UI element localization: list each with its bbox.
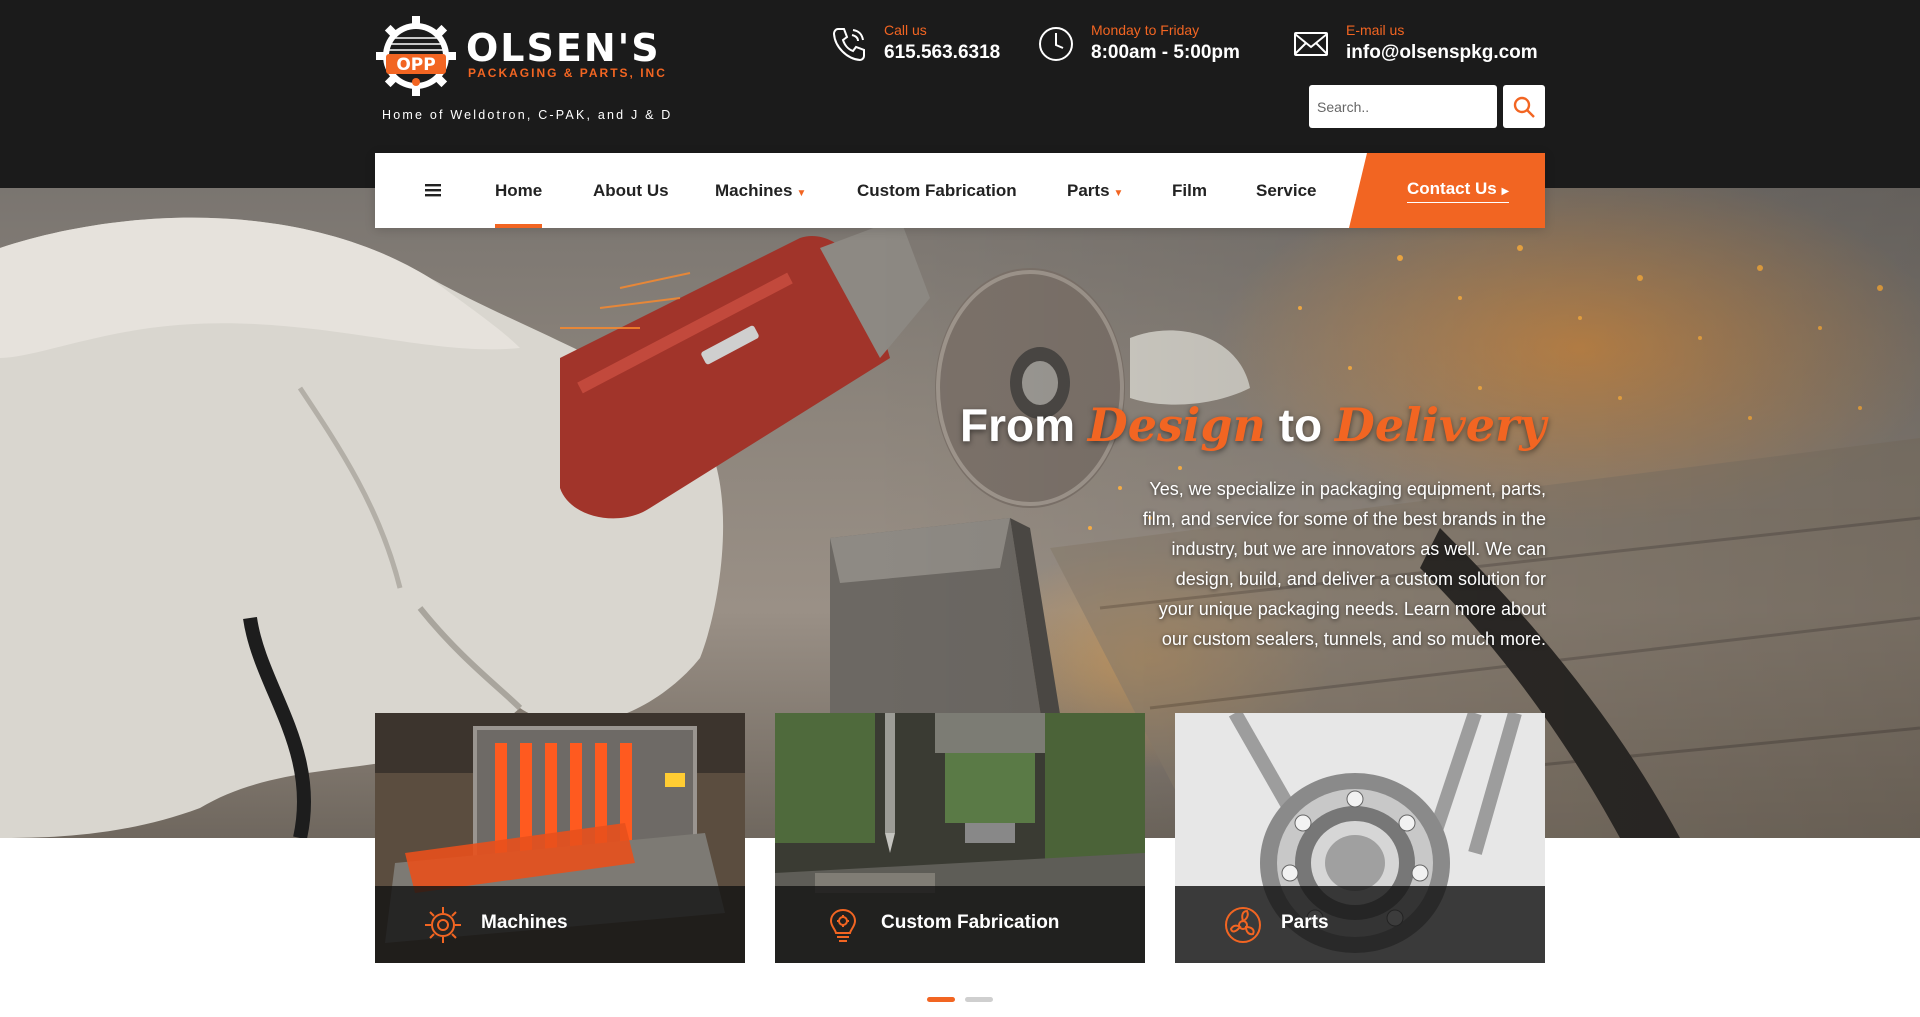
nav-fabrication-label: Custom Fabrication (857, 181, 1017, 200)
call-label: Call us (884, 22, 927, 38)
nav-service-label: Service (1256, 181, 1317, 200)
card-parts[interactable]: Parts (1175, 713, 1545, 963)
card-custom-fabrication[interactable]: Custom Fabrication (775, 713, 1145, 963)
hero-description: Yes, we specialize in packaging equipmen… (1142, 479, 1546, 649)
nav-about-label: About Us (593, 181, 669, 200)
gear-logo-icon: OPP (376, 16, 456, 96)
fan-blade-icon (1225, 907, 1261, 943)
nav-machines[interactable]: Machines ▼ (715, 153, 806, 228)
card-parts-bar: Parts (1175, 886, 1545, 963)
hero-title: From Design to Delivery (960, 398, 1546, 452)
nav-film-label: Film (1172, 181, 1207, 200)
hero-title-design: Design (1087, 398, 1266, 452)
contact-us-text: Contact Us (1407, 179, 1497, 198)
hero-title-to: to (1265, 399, 1335, 451)
contact-email[interactable]: E-mail us info@olsenspkg.com (1291, 22, 1551, 72)
caret-down-icon: ▼ (1113, 188, 1124, 199)
contact-us-button[interactable]: Contact Us ▶ (1349, 153, 1545, 228)
contact-hours: Monday to Friday 8:00am - 5:00pm (1036, 22, 1266, 72)
hours-value: 8:00am - 5:00pm (1091, 42, 1240, 63)
search-icon (1513, 96, 1535, 118)
caret-right-icon: ▶ (1501, 186, 1510, 197)
main-navigation: Home About Us Machines ▼ Custom Fabricati… (375, 153, 1545, 228)
search-input[interactable] (1309, 85, 1497, 128)
carousel-dot-2[interactable] (965, 997, 993, 1002)
caret-down-icon: ▼ (796, 188, 807, 199)
card-machines[interactable]: Machines (375, 713, 745, 963)
card-fabrication-label: Custom Fabrication (881, 912, 1060, 933)
contact-us-label: Contact Us ▶ (1407, 179, 1510, 203)
nav-home[interactable]: Home (495, 153, 543, 228)
lightbulb-gear-icon (829, 908, 857, 942)
logo-subtitle: PACKAGING & PARTS, INC (468, 66, 667, 80)
nav-about-us[interactable]: About Us (593, 153, 669, 228)
card-fabrication-bar: Custom Fabrication (775, 886, 1145, 963)
nav-home-label: Home (495, 181, 543, 200)
gear-icon (425, 907, 461, 943)
envelope-icon (1294, 32, 1328, 56)
phone-number[interactable]: 615.563.6318 (884, 42, 1000, 64)
hero-title-delivery: Delivery (1334, 398, 1546, 452)
carousel-dot-1[interactable] (927, 997, 955, 1002)
nav-parts[interactable]: Parts ▼ (1067, 153, 1123, 228)
nav-service[interactable]: Service (1256, 153, 1317, 228)
hamburger-menu-icon[interactable] (425, 179, 443, 201)
phone-icon (832, 28, 865, 62)
search-button[interactable] (1503, 85, 1545, 128)
card-machines-bar: Machines (375, 886, 745, 963)
contact-phone[interactable]: Call us 615.563.6318 (829, 22, 1009, 72)
nav-parts-label: Parts (1067, 181, 1110, 200)
site-logo[interactable]: OPP OLSEN'S PACKAGING & PARTS, INC Home … (376, 16, 676, 126)
email-address[interactable]: info@olsenspkg.com (1346, 42, 1538, 64)
card-machines-label: Machines (481, 912, 568, 933)
logo-emblem-text: OPP (396, 55, 435, 75)
hours-label: Monday to Friday (1091, 22, 1200, 38)
nav-custom-fabrication[interactable]: Custom Fabrication (857, 153, 1017, 228)
clock-icon (1039, 27, 1073, 61)
card-parts-label: Parts (1281, 912, 1329, 933)
logo-name: OLSEN'S (466, 26, 661, 70)
hero-title-from: From (960, 399, 1088, 451)
nav-film[interactable]: Film (1172, 153, 1207, 228)
nav-machines-label: Machines (715, 181, 793, 200)
email-label: E-mail us (1346, 22, 1405, 38)
logo-tagline: Home of Weldotron, C-PAK, and J & D (382, 108, 673, 122)
